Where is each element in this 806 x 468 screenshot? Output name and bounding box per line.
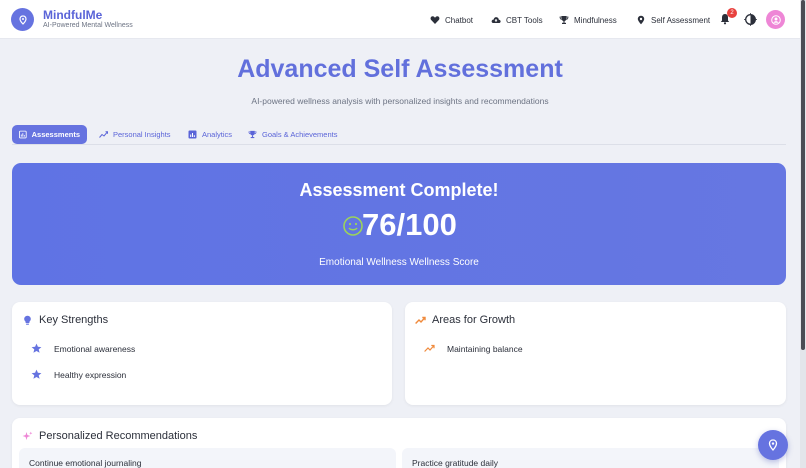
avatar[interactable] — [766, 10, 785, 29]
list-item: Emotional awareness — [31, 343, 135, 354]
user-icon — [770, 14, 781, 25]
strengths-header: Key Strengths — [22, 314, 108, 326]
page-subtitle: AI-powered wellness analysis with person… — [251, 96, 549, 106]
brand-tagline: AI-Powered Mental Wellness — [43, 22, 133, 29]
tab-goals-achievements-label: Goals & Achievements — [262, 130, 338, 139]
trending-up-icon — [415, 316, 426, 324]
tab-analytics[interactable]: Analytics — [181, 125, 239, 144]
recommendations-card: Personalized Recommendations Continue em… — [12, 418, 786, 468]
nav-cbt-tools-label: CBT Tools — [506, 15, 543, 25]
tab-analytics-label: Analytics — [202, 130, 233, 139]
location-pin-icon — [18, 14, 27, 25]
star-icon — [31, 369, 42, 379]
result-title: Assessment Complete! — [299, 180, 499, 200]
strengths-card: Key Strengths Emotional awareness Health… — [12, 302, 392, 405]
nav-self-assessment[interactable]: Self Assessment — [636, 13, 710, 27]
score-caption: Emotional Wellness Wellness Score — [319, 257, 479, 268]
recommendations-header: Personalized Recommendations — [22, 430, 197, 442]
recommendation-label: Practice gratitude daily — [412, 458, 498, 468]
tab-personal-insights[interactable]: Personal Insights — [92, 125, 178, 144]
floating-help-button[interactable] — [758, 430, 788, 460]
assessment-result-banner: Assessment Complete! 76/100 Emotional We… — [12, 163, 786, 285]
trophy-icon — [248, 130, 257, 139]
tab-assessments-label: Assessments — [31, 130, 80, 139]
tab-assessments[interactable]: Assessments — [12, 125, 87, 144]
cloud-upload-icon — [491, 17, 501, 23]
recommendations-title: Personalized Recommendations — [39, 430, 198, 442]
bar-chart-icon — [188, 130, 197, 139]
location-pin-icon — [768, 439, 778, 451]
wellness-score: 76/100 — [362, 207, 457, 242]
tab-divider — [12, 144, 786, 145]
growth-header: Areas for Growth — [415, 314, 515, 326]
nav-mindfulness-label: Mindfulness — [574, 15, 617, 25]
smiley-icon — [343, 216, 363, 236]
growth-label: Maintaining balance — [447, 343, 523, 354]
growth-title: Areas for Growth — [432, 314, 516, 326]
page-title: Advanced Self Assessment — [237, 55, 563, 83]
location-pin-icon — [637, 15, 645, 25]
trend-icon — [99, 131, 108, 138]
heart-icon — [430, 16, 440, 24]
theme-toggle-icon[interactable] — [744, 13, 757, 26]
nav-self-assessment-label: Self Assessment — [651, 15, 711, 25]
recommendation-item[interactable]: Practice gratitude daily — [402, 448, 779, 468]
tab-personal-insights-label: Personal Insights — [113, 130, 171, 139]
brand-name[interactable]: MindfulMe — [43, 8, 102, 22]
growth-card: Areas for Growth Maintaining balance — [405, 302, 786, 405]
list-item: Maintaining balance — [424, 343, 523, 354]
strength-label: Emotional awareness — [54, 343, 136, 354]
tab-goals-achievements[interactable]: Goals & Achievements — [241, 125, 344, 144]
star-icon — [31, 343, 42, 353]
strengths-title: Key Strengths — [39, 314, 109, 326]
recommendation-label: Continue emotional journaling — [29, 458, 142, 468]
recommendation-item[interactable]: Continue emotional journaling — [19, 448, 396, 468]
notification-badge: 2 — [727, 8, 737, 18]
nav-chatbot-label: Chatbot — [445, 15, 474, 25]
top-navbar: MindfulMe AI-Powered Mental Wellness Cha… — [0, 0, 800, 39]
logo[interactable] — [11, 8, 34, 31]
list-item: Healthy expression — [31, 369, 126, 380]
strength-label: Healthy expression — [54, 369, 127, 380]
sparkle-icon — [22, 431, 33, 440]
nav-mindfulness[interactable]: Mindfulness — [559, 13, 617, 27]
nav-cbt-tools[interactable]: CBT Tools — [491, 13, 543, 27]
lightbulb-icon — [24, 315, 31, 325]
chart-icon — [19, 130, 27, 139]
trophy-icon — [559, 16, 569, 24]
trending-up-icon — [424, 344, 435, 352]
nav-chatbot[interactable]: Chatbot — [430, 13, 473, 27]
scrollbar-thumb[interactable] — [801, 0, 805, 350]
